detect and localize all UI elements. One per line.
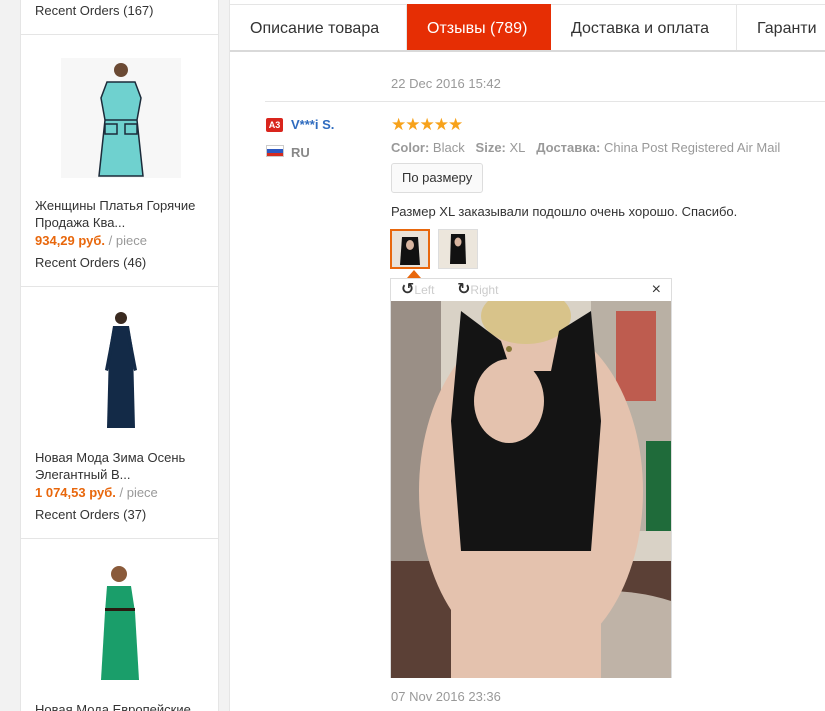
recent-orders-count: Recent Orders (167) (35, 3, 154, 18)
product-title[interactable]: Женщины Платья Горячие Продажа Ква... (35, 197, 210, 231)
next-review-date: 07 Nov 2016 23:36 (391, 689, 501, 704)
rotate-left-button[interactable]: ↺Left (401, 279, 434, 301)
review-date: 22 Dec 2016 15:42 (391, 76, 501, 91)
tab-reviews[interactable]: Отзывы (789) (407, 4, 551, 50)
order-attributes: Color: Black Size: XL Доставка: China Po… (391, 140, 781, 155)
sidebar-product-card[interactable]: Женщины Платья Горячие Продажа Ква... 93… (21, 34, 218, 287)
close-icon[interactable]: × (652, 281, 661, 299)
photo-viewer-toolbar: ↺Left ↻Right × (391, 279, 671, 301)
related-products-sidebar: Recent Orders (167) Женщины Платья Горяч… (20, 0, 219, 711)
user-level-badge: A3 (266, 118, 283, 132)
product-thumbnail[interactable] (61, 562, 181, 682)
review-photo-thumbnail[interactable] (390, 229, 430, 269)
tab-warranty[interactable]: Гаранти (737, 4, 825, 50)
product-thumbnail[interactable] (61, 310, 181, 430)
fit-tag-button[interactable]: По размеру (391, 163, 484, 193)
review-divider (265, 101, 825, 102)
rotate-left-icon: ↺ (401, 281, 415, 298)
product-price: 1 074,53 руб. / piece (35, 485, 158, 500)
rotate-right-icon: ↻ (457, 281, 471, 298)
reviewer-country: RU (291, 145, 310, 160)
rotate-right-button[interactable]: ↻Right (457, 279, 498, 301)
review-photo-thumbnail[interactable] (438, 229, 478, 269)
sidebar-product-card[interactable]: Новая Мода Европейские (21, 538, 218, 711)
tab-description[interactable]: Описание товара (230, 4, 407, 50)
photo-viewer: ↺Left ↻Right × (390, 278, 672, 678)
sidebar-product-card[interactable]: Recent Orders (167) (21, 0, 218, 35)
reviewer-name[interactable]: V***i S. (291, 117, 334, 132)
recent-orders-count: Recent Orders (46) (35, 255, 147, 270)
product-price: 934,29 руб. / piece (35, 233, 147, 248)
russia-flag-icon (266, 145, 284, 157)
product-title[interactable]: Новая Мода Европейские (35, 701, 210, 711)
tab-shipping[interactable]: Доставка и оплата (551, 4, 737, 50)
recent-orders-count: Recent Orders (37) (35, 507, 147, 522)
product-tabs: Описание товара Отзывы (789) Доставка и … (230, 4, 825, 52)
product-title[interactable]: Новая Мода Зима Осень Элегантный В... (35, 449, 210, 483)
selected-thumbnail-caret (407, 270, 421, 278)
review-text: Размер XL заказывали подошло очень хорош… (391, 204, 738, 219)
rating-stars: ★★★★★ (391, 115, 463, 134)
review-photo (391, 301, 671, 678)
sidebar-product-card[interactable]: Новая Мода Зима Осень Элегантный В... 1 … (21, 286, 218, 539)
product-detail-panel: Описание товара Отзывы (789) Доставка и … (229, 0, 825, 711)
product-thumbnail[interactable] (61, 58, 181, 178)
